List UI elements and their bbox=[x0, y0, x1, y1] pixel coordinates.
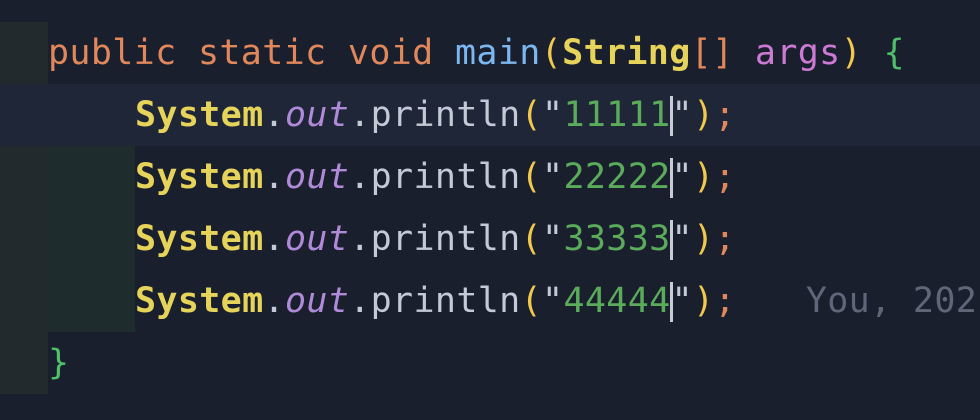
method-println: println bbox=[370, 157, 521, 197]
code-line-closing[interactable]: } bbox=[0, 332, 980, 394]
git-blame-annotation[interactable]: You, 202 bbox=[806, 281, 977, 321]
code-line-signature[interactable]: public static void main(String[] args) { bbox=[0, 22, 980, 84]
keyword-void: void bbox=[347, 33, 434, 73]
class-system: System bbox=[135, 219, 264, 259]
closing-code: } bbox=[48, 332, 69, 394]
array-brackets: [] bbox=[690, 33, 734, 73]
statement-code: System.out.println("11111"); bbox=[135, 95, 736, 136]
close-paren: ) bbox=[840, 33, 863, 73]
method-println: println bbox=[370, 281, 521, 321]
method-println: println bbox=[370, 95, 521, 135]
code-editor[interactable]: public static void main(String[] args) {… bbox=[0, 0, 980, 420]
code-line-3[interactable]: System.out.println("33333"); bbox=[0, 208, 980, 270]
open-paren: ( bbox=[540, 33, 563, 73]
keyword-public: public bbox=[48, 33, 177, 73]
statement-code: System.out.println("44444"); You, 202 bbox=[135, 281, 978, 322]
string-literal: 33333 bbox=[563, 219, 671, 259]
code-line-4[interactable]: System.out.println("44444"); You, 202 bbox=[0, 270, 980, 332]
code-line-2[interactable]: System.out.println("22222"); bbox=[0, 146, 980, 208]
class-system: System bbox=[135, 157, 264, 197]
field-out: out bbox=[284, 219, 350, 259]
close-brace: } bbox=[48, 343, 70, 383]
keyword-static: static bbox=[197, 33, 327, 73]
signature-code: public static void main(String[] args) { bbox=[48, 22, 905, 84]
field-out: out bbox=[284, 157, 350, 197]
field-out: out bbox=[284, 281, 350, 321]
code-line-1[interactable]: System.out.println("11111"); bbox=[0, 84, 980, 146]
param-name: args bbox=[754, 33, 841, 73]
method-name: main bbox=[455, 33, 541, 73]
method-println: println bbox=[370, 219, 521, 259]
string-literal: 11111 bbox=[563, 95, 671, 135]
statement-code: System.out.println("33333"); bbox=[135, 219, 736, 260]
field-out: out bbox=[284, 95, 350, 135]
class-system: System bbox=[135, 95, 264, 135]
param-type: String bbox=[562, 33, 691, 73]
statement-code: System.out.println("22222"); bbox=[135, 157, 736, 198]
string-literal: 44444 bbox=[563, 281, 671, 321]
class-system: System bbox=[135, 281, 264, 321]
string-literal: 22222 bbox=[563, 157, 671, 197]
open-brace: { bbox=[883, 33, 905, 73]
